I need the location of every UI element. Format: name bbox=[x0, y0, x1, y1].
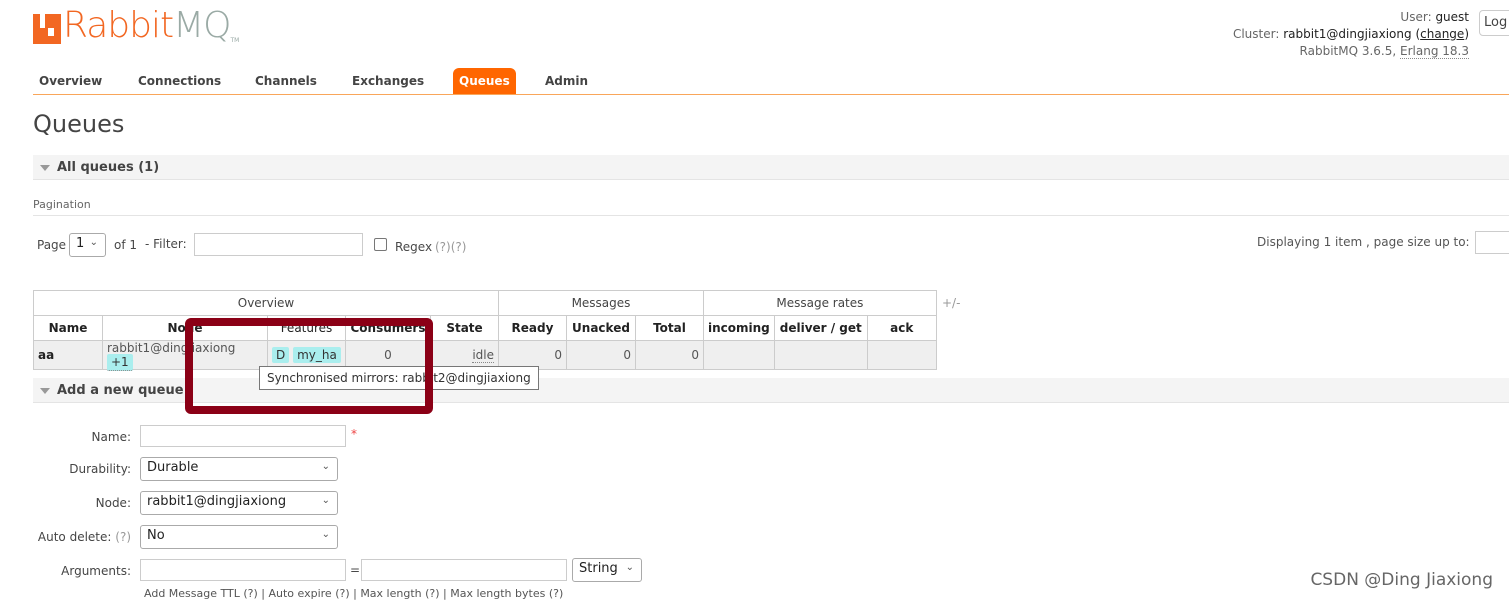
page-select[interactable]: 1 ⌄ bbox=[69, 233, 106, 257]
chevron-down-icon: ⌄ bbox=[321, 461, 330, 472]
user-info: User: guest Cluster: rabbit1@dingjiaxion… bbox=[1232, 10, 1469, 59]
chevron-down-icon: ⌄ bbox=[89, 237, 98, 248]
queue-name-link[interactable]: aa bbox=[33, 340, 103, 370]
queue-name-input[interactable] bbox=[140, 425, 346, 447]
columns-toggle[interactable]: +/- bbox=[942, 296, 960, 310]
argument-shortcut-links[interactable]: Add Message TTL (?) | Auto expire (?) | … bbox=[144, 587, 563, 600]
rabbitmq-logo: Rabbit MQ TM bbox=[33, 8, 239, 44]
pagination-label: Pagination bbox=[33, 198, 1509, 216]
chevron-down-icon: ⌄ bbox=[321, 495, 330, 506]
state-badge: idle bbox=[472, 348, 494, 363]
tab-admin[interactable]: Admin bbox=[539, 68, 594, 94]
chevron-down-icon: ⌄ bbox=[625, 562, 634, 573]
argument-value-input[interactable] bbox=[361, 559, 567, 581]
tab-queues[interactable]: Queues bbox=[453, 68, 516, 94]
erlang-version: Erlang 18.3 bbox=[1400, 44, 1469, 59]
change-cluster-link[interactable]: change bbox=[1420, 27, 1464, 41]
auto-delete-select[interactable]: No ⌄ bbox=[140, 525, 338, 549]
page-size-input[interactable]: 1 bbox=[1475, 231, 1509, 254]
tab-overview[interactable]: Overview bbox=[33, 68, 108, 94]
main-nav: Overview Connections Channels Exchanges … bbox=[33, 68, 1509, 95]
regex-help[interactable]: (?)(?) bbox=[435, 240, 466, 254]
rabbit-logo-icon bbox=[33, 14, 61, 44]
chevron-down-icon: ⌄ bbox=[321, 529, 330, 540]
mirror-badge[interactable]: +1 bbox=[107, 354, 133, 371]
logout-button[interactable]: Log bbox=[1479, 10, 1509, 36]
page-title: Queues bbox=[33, 110, 125, 138]
tab-exchanges[interactable]: Exchanges bbox=[346, 68, 430, 94]
node-select[interactable]: rabbit1@dingjiaxiong ⌄ bbox=[140, 491, 338, 515]
filter-input[interactable] bbox=[194, 233, 363, 256]
argument-key-input[interactable] bbox=[140, 559, 346, 581]
all-queues-section-toggle[interactable]: All queues (1) bbox=[33, 155, 1509, 180]
annotation-highlight-box bbox=[185, 318, 433, 414]
argument-type-select[interactable]: String ⌄ bbox=[572, 558, 642, 582]
watermark: CSDN @Ding Jiaxiong bbox=[1310, 570, 1493, 590]
tab-channels[interactable]: Channels bbox=[249, 68, 323, 94]
queues-table: Overview Messages Message rates Name Nod… bbox=[33, 290, 937, 371]
regex-checkbox[interactable] bbox=[374, 238, 387, 251]
tab-connections[interactable]: Connections bbox=[132, 68, 227, 94]
durability-select[interactable]: Durable ⌄ bbox=[140, 457, 338, 481]
